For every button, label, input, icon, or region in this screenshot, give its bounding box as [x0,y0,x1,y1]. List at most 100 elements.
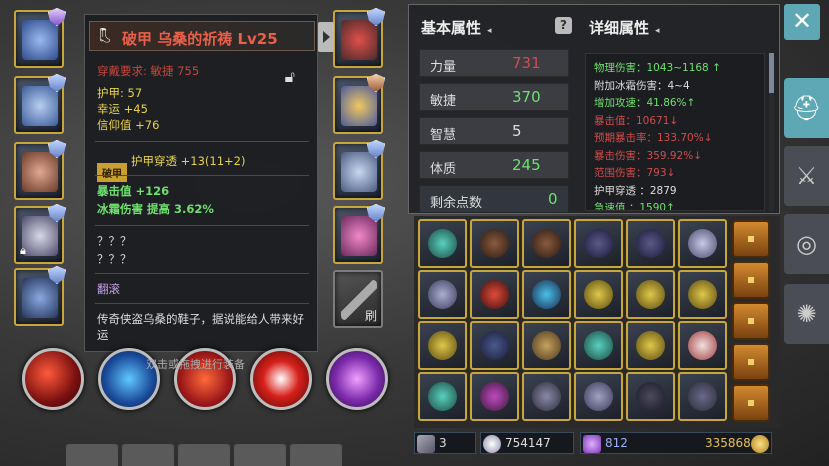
basic-attrs-title[interactable]: 基本属性 ◂ [421,17,492,38]
inventory-slot[interactable] [678,270,727,319]
side-tab-settings[interactable]: ✺ [784,284,829,344]
inventory-item-icon [480,229,509,258]
inventory-slot[interactable] [522,219,571,268]
inventory-item-icon [480,331,509,360]
attr-row-strength: 力量 731 [419,49,569,77]
chest-armor-item-icon [22,86,58,126]
inventory-item-icon [688,331,717,360]
inventory-item-icon [532,229,561,258]
inventory-item-icon [428,280,457,309]
attr-value: 5 [512,122,522,140]
inventory-slot[interactable] [418,219,467,268]
inventory-slot[interactable] [470,270,519,319]
inventory-slot[interactable] [574,219,623,268]
inventory-slot[interactable] [418,372,467,421]
treasure-chest-icon[interactable] [732,220,770,258]
equip-slot-leg[interactable] [333,140,385,200]
help-icon[interactable]: ? [555,17,572,34]
inventory-slot[interactable] [626,219,675,268]
equip-slot-empty-weapon[interactable]: 刷 [333,270,383,328]
skill-slot-4[interactable] [250,348,312,410]
soul-icon [483,435,501,453]
item-description: 运 [97,328,109,342]
equip-slot-cape[interactable] [14,140,66,200]
detail-scrollbar[interactable] [769,53,774,211]
inventory-slot[interactable] [678,219,727,268]
bottom-tab[interactable] [234,444,286,466]
inventory-slot[interactable] [626,372,675,421]
attr-value: 370 [512,88,541,106]
side-tab-equipment[interactable]: ⛑︎ [784,78,829,138]
gems-value: 812 [605,436,628,450]
equip-slot-gloves[interactable]: 🔒︎ [14,204,66,264]
helmet-item-icon [22,20,58,60]
skill-slot-5[interactable] [326,348,388,410]
inventory-grid [414,216,780,428]
attr-row-remaining-points: 剩余点数 0 [419,185,569,213]
item-tag: 破甲 [97,163,127,182]
inventory-item-icon [688,382,717,411]
item-tooltip: 👢︎ 破甲 乌桑的祈祷 Lv25 穿戴要求: 敏捷 755 🔓︎ 护甲: 57 … [84,14,318,352]
inventory-slot[interactable] [418,321,467,370]
treasure-chest-icon[interactable] [732,384,770,422]
attr-label: 体质 [430,162,457,177]
inventory-slot[interactable] [470,219,519,268]
equip-slot-weapon[interactable] [333,8,385,68]
divider [95,303,309,304]
inventory-item-icon [636,229,665,258]
inventory-slot[interactable] [418,270,467,319]
attr-label: 力量 [430,60,457,75]
equip-hint: 双击或拖拽进行装备 [146,358,245,371]
attr-value: 245 [512,156,541,174]
inventory-slot[interactable] [522,372,571,421]
tooltip-expand-button[interactable] [318,22,334,52]
bottom-tab[interactable] [290,444,342,466]
side-tab-target[interactable]: ◎ [784,214,829,274]
side-tab-weapons[interactable]: ⚔︎ [784,146,829,206]
inventory-item-icon [480,280,509,309]
inventory-item-icon [584,229,613,258]
close-button[interactable]: ✕ [784,4,820,40]
detail-attr-line: 暴击伤害：359.92%↓ [594,149,703,162]
attr-row-wisdom: 智慧 5 [419,117,569,145]
inventory-item-icon [584,331,613,360]
leg-armor-item-icon [341,152,377,192]
inventory-slot[interactable] [522,321,571,370]
basic-attrs-title-text: 基本属性 [421,19,482,37]
lock-icon[interactable]: 🔓︎ [285,67,295,87]
detail-attr-line: 预期暴击率：133.70%↓ [594,132,713,144]
inventory-item-icon [428,382,457,411]
detail-attr-line: 物理伤害：1043~1168 ↑ [594,62,721,74]
inventory-slot[interactable] [678,321,727,370]
inventory-slot[interactable] [574,270,623,319]
bottom-tab[interactable] [122,444,174,466]
bottom-tab[interactable] [178,444,230,466]
gold-value: 335868 [705,436,751,450]
detail-attr-line: 增加攻速：41.86%↑ [594,97,696,109]
currency-level: 3 [414,432,476,454]
boots-item-icon [22,278,58,318]
detail-attrs-title[interactable]: 详细属性 ◂ [589,17,660,38]
treasure-chest-icon[interactable] [732,261,770,299]
equip-slot-ring[interactable] [333,204,385,264]
inventory-slot[interactable] [522,270,571,319]
inventory-slot[interactable] [574,321,623,370]
detail-attrs-title-text: 详细属性 [589,19,650,37]
skill-slot-1[interactable] [22,348,84,410]
inventory-slot[interactable] [470,321,519,370]
tooltip-header: 👢︎ 破甲 乌桑的祈祷 Lv25 [89,21,315,51]
detail-attrs-list[interactable]: 物理伤害：1043~1168 ↑ 附加冰霜伤害：4~4 增加攻速：41.86%↑ 暴击… [585,53,765,211]
inventory-slot[interactable] [470,372,519,421]
inventory-slot[interactable] [626,321,675,370]
inventory-slot[interactable] [574,372,623,421]
treasure-chest-icon[interactable] [732,302,770,340]
treasure-chest-icon[interactable] [732,343,770,381]
inventory-slot[interactable] [678,372,727,421]
inventory-slot[interactable] [626,270,675,319]
bottom-tab[interactable] [66,444,118,466]
equip-slot-boots[interactable] [14,266,66,326]
equip-slot-helmet[interactable] [14,8,66,68]
equip-slot-chest[interactable] [14,74,66,134]
inventory-item-icon [532,331,561,360]
equip-slot-amulet[interactable] [333,74,385,134]
